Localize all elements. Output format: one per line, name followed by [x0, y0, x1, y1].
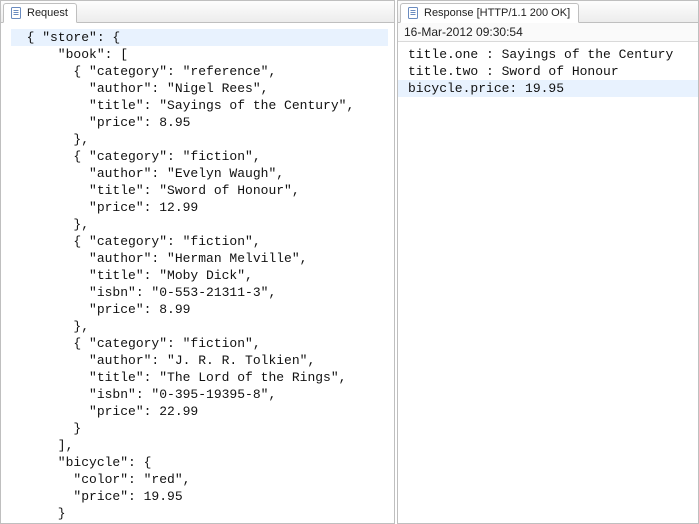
code-line: { "store": {	[11, 29, 388, 46]
request-tab-bar: Request	[1, 1, 394, 23]
code-line: "price": 12.99	[11, 199, 388, 216]
code-line: "title": "Sayings of the Century",	[11, 97, 388, 114]
response-line: title.two : Sword of Honour	[398, 63, 698, 80]
tab-response[interactable]: Response [HTTP/1.1 200 OK]	[400, 3, 579, 23]
code-line: "bicycle": {	[11, 454, 388, 471]
code-line: },	[11, 318, 388, 335]
code-line: "title": "The Lord of the Rings",	[11, 369, 388, 386]
document-icon	[406, 6, 420, 20]
code-line: "price": 8.95	[11, 114, 388, 131]
tab-request[interactable]: Request	[3, 3, 77, 23]
response-content[interactable]: title.one : Sayings of the Centurytitle.…	[398, 42, 698, 523]
code-line: "color": "red",	[11, 471, 388, 488]
response-line: title.one : Sayings of the Century	[398, 46, 698, 63]
code-line: "author": "Nigel Rees",	[11, 80, 388, 97]
code-line: "isbn": "0-395-19395-8",	[11, 386, 388, 403]
code-line: }	[11, 522, 388, 523]
code-line: }	[11, 420, 388, 437]
code-line: { "category": "reference",	[11, 63, 388, 80]
code-line: "title": "Sword of Honour",	[11, 182, 388, 199]
response-tab-bar: Response [HTTP/1.1 200 OK]	[398, 1, 698, 23]
response-panel: Response [HTTP/1.1 200 OK] 16-Mar-2012 0…	[397, 0, 699, 524]
request-tab-label: Request	[27, 7, 68, 19]
code-line: { "category": "fiction",	[11, 335, 388, 352]
code-line: },	[11, 131, 388, 148]
code-line: { "category": "fiction",	[11, 148, 388, 165]
response-tab-label: Response [HTTP/1.1 200 OK]	[424, 7, 570, 19]
document-icon	[9, 6, 23, 20]
response-line: bicycle.price: 19.95	[398, 80, 698, 97]
code-line: ],	[11, 437, 388, 454]
code-line: "price": 22.99	[11, 403, 388, 420]
code-line: "author": "Evelyn Waugh",	[11, 165, 388, 182]
response-timestamp: 16-Mar-2012 09:30:54	[398, 23, 698, 42]
code-line: "title": "Moby Dick",	[11, 267, 388, 284]
code-line: "author": "Herman Melville",	[11, 250, 388, 267]
code-line: },	[11, 216, 388, 233]
code-line: "book": [	[11, 46, 388, 63]
code-line: "price": 8.99	[11, 301, 388, 318]
code-line: }	[11, 505, 388, 522]
request-panel: Request { "store": { "book": [ { "catego…	[0, 0, 395, 524]
code-line: "isbn": "0-553-21311-3",	[11, 284, 388, 301]
code-line: "price": 19.95	[11, 488, 388, 505]
request-content[interactable]: { "store": { "book": [ { "category": "re…	[1, 23, 394, 523]
code-line: "author": "J. R. R. Tolkien",	[11, 352, 388, 369]
code-line: { "category": "fiction",	[11, 233, 388, 250]
